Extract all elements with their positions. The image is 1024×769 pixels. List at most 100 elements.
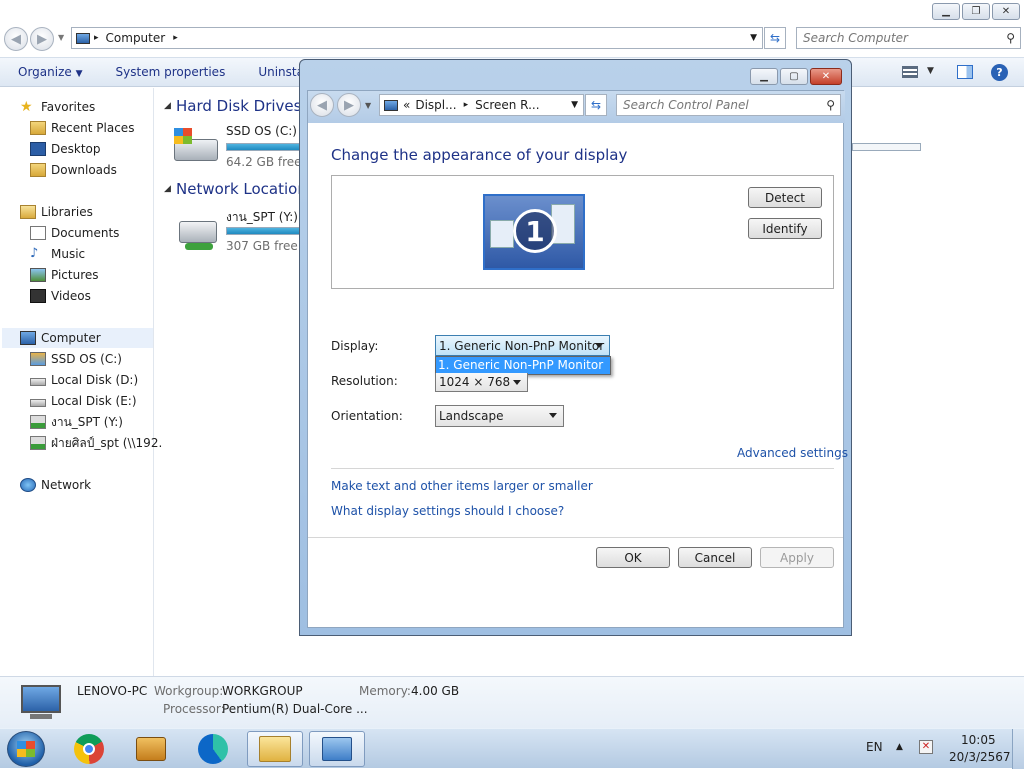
- taskbar-edge[interactable]: [185, 731, 241, 767]
- collapse-arrow-icon[interactable]: ◢: [164, 184, 171, 194]
- help-icon[interactable]: ?: [991, 64, 1008, 81]
- nav-documents[interactable]: Documents: [30, 223, 119, 243]
- dialog-heading: Change the appearance of your display: [331, 146, 628, 164]
- taskbar-chrome[interactable]: [61, 731, 117, 767]
- address-dropdown-icon[interactable]: ▼: [571, 100, 578, 110]
- nav-favorites[interactable]: ★ Favorites: [20, 97, 95, 117]
- detect-button[interactable]: Detect: [748, 187, 822, 208]
- search-placeholder: Search Computer: [803, 31, 908, 45]
- refresh-button[interactable]: ⇆: [585, 94, 607, 116]
- breadcrumb-arrow-icon: ▸: [463, 100, 469, 110]
- address-bar[interactable]: ▸ Computer ▸ ▼: [71, 27, 763, 49]
- display-option-1[interactable]: 1. Generic Non-PnP Monitor: [436, 357, 610, 374]
- taskbar-media-app[interactable]: [123, 731, 179, 767]
- display-select[interactable]: 1. Generic Non-PnP Monitor: [435, 335, 610, 356]
- nav-videos[interactable]: Videos: [30, 286, 91, 306]
- breadcrumb-overflow[interactable]: «: [403, 98, 410, 112]
- nav-downloads[interactable]: Downloads: [30, 160, 117, 180]
- network-drive-icon: [30, 415, 46, 429]
- taskbar-explorer[interactable]: [247, 731, 303, 767]
- film-app-icon: [136, 737, 166, 761]
- drive-c-usage-bar: [226, 143, 301, 151]
- preview-pane-icon[interactable]: [957, 65, 973, 79]
- search-input[interactable]: Search Computer ⚲: [796, 27, 1021, 49]
- system-properties-button[interactable]: System properties: [98, 65, 241, 79]
- recent-pages-dropdown-icon[interactable]: ▼: [58, 33, 64, 42]
- refresh-button[interactable]: ⇆: [764, 27, 786, 49]
- text-size-link[interactable]: Make text and other items larger or smal…: [331, 479, 593, 493]
- breadcrumb-screen-resolution[interactable]: Screen R...: [475, 98, 539, 112]
- windows-logo-icon: [174, 128, 192, 144]
- nav-drive-y[interactable]: งาน_SPT (Y:): [30, 412, 123, 432]
- close-button[interactable]: ✕: [992, 3, 1020, 20]
- nav-drive-c[interactable]: SSD OS (C:): [30, 349, 122, 369]
- organize-menu[interactable]: Organize ▼: [0, 65, 98, 79]
- maximize-button[interactable]: ▢: [780, 68, 808, 85]
- network-icon: [20, 478, 36, 492]
- screen-resolution-dialog: ▁ ▢ ✕ ◀ ▶ ▼ « Displ... ▸ Screen R... ▼ ⇆…: [299, 59, 852, 636]
- close-button[interactable]: ✕: [810, 68, 842, 85]
- language-indicator[interactable]: EN: [866, 740, 883, 754]
- breadcrumb-display[interactable]: Displ...: [415, 98, 456, 112]
- recent-pages-dropdown-icon[interactable]: ▼: [365, 101, 371, 110]
- display-select-value: 1. Generic Non-PnP Monitor: [439, 338, 605, 353]
- nav-pictures[interactable]: Pictures: [30, 265, 99, 285]
- minimize-button[interactable]: ▁: [750, 68, 778, 85]
- nav-drive-net[interactable]: ฝ่ายศิลป์_spt (\\192.: [30, 433, 162, 453]
- memory-label: Memory:: [359, 684, 411, 698]
- nav-recent-places[interactable]: Recent Places: [30, 118, 134, 138]
- clock-time[interactable]: 10:05: [961, 733, 996, 747]
- nav-drive-d[interactable]: Local Disk (D:): [30, 370, 138, 390]
- resolution-label: Resolution:: [331, 374, 398, 388]
- breadcrumb-arrow-icon: ▸: [173, 33, 178, 43]
- minimize-button[interactable]: ▁: [932, 3, 960, 20]
- nav-music[interactable]: ♪ Music: [30, 244, 85, 264]
- back-button[interactable]: ◀: [4, 27, 28, 51]
- nav-drive-e[interactable]: Local Disk (E:): [30, 391, 137, 411]
- group-header-network-location[interactable]: Network Location (: [176, 180, 317, 198]
- forward-button[interactable]: ▶: [337, 93, 361, 117]
- resolution-select[interactable]: 1024 × 768: [435, 373, 528, 392]
- nav-libraries[interactable]: Libraries: [20, 202, 93, 222]
- orientation-select[interactable]: Landscape: [435, 405, 564, 427]
- show-desktop-button[interactable]: [1012, 729, 1024, 769]
- network-cable-icon: [185, 243, 213, 250]
- action-center-flag-icon[interactable]: ✕: [919, 740, 933, 754]
- details-pane: LENOVO-PC Workgroup: WORKGROUP Memory: 4…: [0, 676, 1024, 728]
- view-options-icon[interactable]: [902, 66, 918, 78]
- dialog-address-row: ◀ ▶ ▼ « Displ... ▸ Screen R... ▼ ⇆ Searc…: [308, 91, 845, 123]
- drive-d-usage-bar: [852, 143, 921, 151]
- nav-desktop[interactable]: Desktop: [30, 139, 101, 159]
- forward-button[interactable]: ▶: [30, 27, 54, 51]
- start-button[interactable]: [7, 731, 45, 767]
- nav-network[interactable]: Network: [20, 475, 91, 495]
- show-hidden-icons[interactable]: ▲: [896, 742, 903, 752]
- address-dropdown-icon[interactable]: ▼: [750, 33, 757, 43]
- search-icon[interactable]: ⚲: [1006, 31, 1015, 45]
- ok-button[interactable]: OK: [596, 547, 670, 568]
- pictures-icon: [30, 268, 46, 282]
- search-icon[interactable]: ⚲: [826, 98, 835, 112]
- dialog-address-bar[interactable]: « Displ... ▸ Screen R... ▼: [379, 94, 584, 116]
- breadcrumb-computer[interactable]: Computer: [106, 31, 166, 45]
- restore-button[interactable]: ❐: [962, 3, 990, 20]
- divider: [308, 537, 843, 538]
- nav-computer[interactable]: Computer: [2, 328, 153, 348]
- network-drive-icon: [30, 436, 46, 450]
- control-panel-search-input[interactable]: Search Control Panel ⚲: [616, 94, 841, 116]
- windows-logo-icon: [17, 741, 35, 757]
- taskbar-control-panel[interactable]: [309, 731, 365, 767]
- back-button[interactable]: ◀: [310, 93, 334, 117]
- monitor-1-thumbnail[interactable]: 1: [483, 194, 585, 270]
- cancel-button[interactable]: Cancel: [678, 547, 752, 568]
- advanced-settings-link[interactable]: Advanced settings: [737, 446, 848, 460]
- clock-date[interactable]: 20/3/2567: [949, 750, 1011, 764]
- collapse-arrow-icon[interactable]: ◢: [164, 101, 171, 111]
- view-dropdown-icon[interactable]: ▼: [927, 66, 934, 76]
- downloads-icon: [30, 163, 46, 177]
- display-help-link[interactable]: What display settings should I choose?: [331, 504, 564, 518]
- taskbar: EN ▲ ✕ 10:05 20/3/2567: [0, 728, 1024, 769]
- apply-button[interactable]: Apply: [760, 547, 834, 568]
- identify-button[interactable]: Identify: [748, 218, 822, 239]
- orientation-label: Orientation:: [331, 409, 403, 423]
